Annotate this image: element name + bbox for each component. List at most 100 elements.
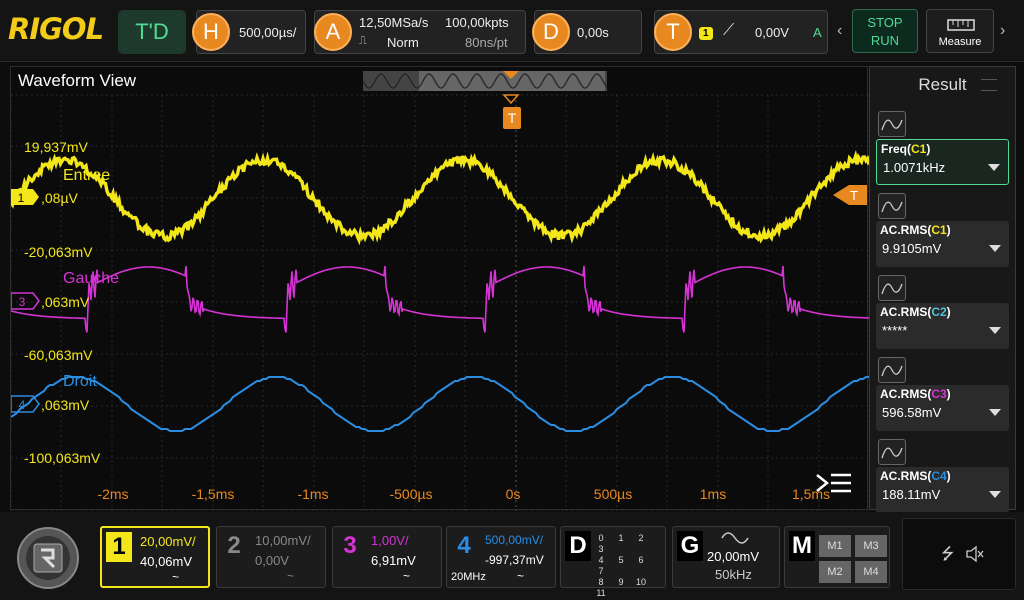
measure-button[interactable]: Measure	[926, 9, 994, 53]
memory-overview[interactable]	[363, 71, 607, 91]
time-tick-label: 0s	[506, 486, 521, 502]
ch2-number: 2	[221, 531, 247, 561]
generator-amplitude: 20,00mV	[707, 549, 759, 564]
top-toolbar: RIGOL T'D 500,00µs/ H 12,50MSa/s ⎍ Norm …	[0, 0, 1024, 62]
ch3-offset: ,063mV	[41, 294, 90, 310]
time-axis-labels: -2ms -1,5ms -1ms -500µs 0s 500µs 1ms 1,5ms	[97, 486, 830, 502]
digital-channel-number: 10	[631, 577, 651, 588]
math-label: M	[789, 531, 815, 561]
acquire-badge[interactable]: A	[314, 13, 352, 51]
ch1-offset-marker[interactable]: 1	[11, 189, 39, 205]
toolbar-next-arrow-icon[interactable]: ›	[1000, 22, 1005, 40]
ch1-offset-value: 40,06mV	[140, 554, 192, 569]
waveform-thumbnail-icon	[878, 357, 906, 383]
dropdown-arrow-icon[interactable]	[989, 327, 1001, 334]
run-label: RUN	[853, 32, 917, 50]
trigger-delay-button[interactable]: T'D	[118, 10, 186, 54]
main-menu-gear-icon[interactable]	[8, 520, 88, 596]
stop-run-button[interactable]: STOP RUN	[852, 9, 918, 53]
digital-channel-number: 9	[611, 577, 631, 588]
measurement-source: C2	[931, 305, 946, 319]
waveform-view-title: Waveform View	[18, 71, 136, 91]
generator-frequency: 50kHz	[715, 567, 752, 582]
channel-4-panel[interactable]: 4 500,00mV/ -997,37mV 20MHz ~	[446, 526, 556, 588]
measurement-item[interactable]: AC.RMS(C3) 596.58mV	[876, 357, 1009, 429]
measurement-item[interactable]: AC.RMS(C2) *****	[876, 275, 1009, 347]
ch4-scale: 500,00mV/	[485, 533, 543, 547]
ch3-offset-marker[interactable]: 3	[11, 293, 39, 309]
math-m1-button[interactable]: M1	[819, 535, 851, 557]
trigger-badge[interactable]: T	[654, 13, 692, 51]
ch4-ac-coupling-icon: ~	[517, 569, 524, 583]
measurement-source: C3	[931, 387, 946, 401]
ch4-offset-marker[interactable]: 4	[11, 396, 39, 412]
digital-channels-panel[interactable]: D 0123456789101112131415	[560, 526, 666, 588]
ch1-label: Entree	[63, 167, 110, 184]
trigger-level-marker[interactable]: T	[833, 185, 867, 205]
measurement-value: 188.11mV	[882, 487, 940, 502]
dropdown-arrow-icon[interactable]	[989, 491, 1001, 498]
digital-channel-number: 4	[591, 555, 611, 566]
ch3-label: Gauche	[63, 270, 119, 287]
time-tick-label: 1ms	[700, 486, 726, 502]
measure-label: Measure	[939, 36, 982, 48]
channel-4-trace	[11, 377, 869, 431]
rising-edge-icon: ⟋	[723, 22, 734, 40]
waveform-canvas[interactable]: T T 19,937mV Entree 1 ,08µV -20,063mV Ga…	[11, 67, 869, 511]
digital-channel-number: 11	[591, 588, 611, 599]
channel-1-panel[interactable]: 1 20,00mV/ 40,06mV ~	[100, 526, 210, 588]
measurement-item[interactable]: AC.RMS(C4) 188.11mV	[876, 439, 1009, 511]
channel-2-panel[interactable]: 2 10,00mV/ 0,00V ~	[216, 526, 326, 588]
dropdown-arrow-icon[interactable]	[988, 164, 1000, 171]
horizontal-badge[interactable]: H	[192, 13, 230, 51]
trigger-source: 1	[699, 27, 713, 40]
measurement-value-box[interactable]: AC.RMS(C2) *****	[876, 303, 1009, 349]
ch3-offset-value: 6,91mV	[371, 553, 416, 568]
result-menu-icon[interactable]	[981, 79, 997, 91]
generator-label: G	[677, 531, 703, 561]
time-tick-label: -2ms	[97, 486, 128, 502]
ch4-label: Droit	[63, 373, 97, 390]
dropdown-arrow-icon[interactable]	[989, 245, 1001, 252]
waveform-view[interactable]: T T 19,937mV Entree 1 ,08µV -20,063mV Ga…	[10, 66, 868, 510]
measurement-source: C1	[911, 142, 926, 156]
channel-1-trace	[11, 156, 869, 240]
digital-channel-number: 3	[591, 544, 611, 555]
measurement-value-box[interactable]: AC.RMS(C4) 188.11mV	[876, 467, 1009, 513]
sample-interval: 80ns/pt	[465, 35, 508, 50]
ch2-ac-coupling-icon: ~	[287, 569, 294, 583]
measurement-value-box[interactable]: AC.RMS(C1) 9.9105mV	[876, 221, 1009, 267]
time-tick-label: -1,5ms	[192, 486, 235, 502]
channel-3-panel[interactable]: 3 1,00V/ 6,91mV ~	[332, 526, 442, 588]
math-m2-button[interactable]: M2	[819, 561, 851, 583]
generator-panel[interactable]: G 20,00mV 50kHz	[672, 526, 780, 588]
ch1-bottom-scale: -20,063mV	[24, 244, 93, 260]
ch4-marker-text: 4	[19, 398, 26, 412]
speaker-muted-icon[interactable]	[965, 545, 985, 563]
ch4-offset-value: -997,37mV	[485, 553, 544, 567]
measurement-item[interactable]: Freq(C1) 1.0071kHz	[876, 111, 1009, 183]
measurement-value-box[interactable]: Freq(C1) 1.0071kHz	[876, 139, 1009, 185]
delay-badge[interactable]: D	[532, 13, 570, 51]
trigger-level: 0,00V	[755, 25, 789, 40]
trigger-position-marker[interactable]: T	[503, 95, 521, 129]
math-m4-button[interactable]: M4	[855, 561, 887, 583]
ch3-bottom-scale: -60,063mV	[24, 347, 93, 363]
ch1-scale: 20,00mV/	[140, 534, 196, 549]
toolbar-prev-arrow-icon[interactable]: ‹	[837, 22, 842, 40]
math-m3-button[interactable]: M3	[855, 535, 887, 557]
ch1-ac-coupling-icon: ~	[172, 570, 179, 584]
ch1-marker-text: 1	[18, 191, 25, 205]
waveform-thumbnail-icon	[878, 193, 906, 219]
dropdown-arrow-icon[interactable]	[989, 409, 1001, 416]
bottom-toolbar: 1 20,00mV/ 40,06mV ~ 2 10,00mV/ 0,00V ~ …	[0, 512, 1024, 600]
math-panel[interactable]: M M1 M3 M2 M4	[784, 526, 890, 588]
stop-label: STOP	[853, 14, 917, 32]
ch2-offset-value: 0,00V	[255, 553, 289, 568]
ch1-offset: ,08µV	[41, 190, 79, 206]
measurement-value-box[interactable]: AC.RMS(C3) 596.58mV	[876, 385, 1009, 431]
sample-rate: 12,50MSa/s	[359, 15, 428, 30]
trigger-status: A	[813, 25, 822, 40]
measurement-item[interactable]: AC.RMS(C1) 9.9105mV	[876, 193, 1009, 265]
measurement-source: C1	[931, 223, 946, 237]
